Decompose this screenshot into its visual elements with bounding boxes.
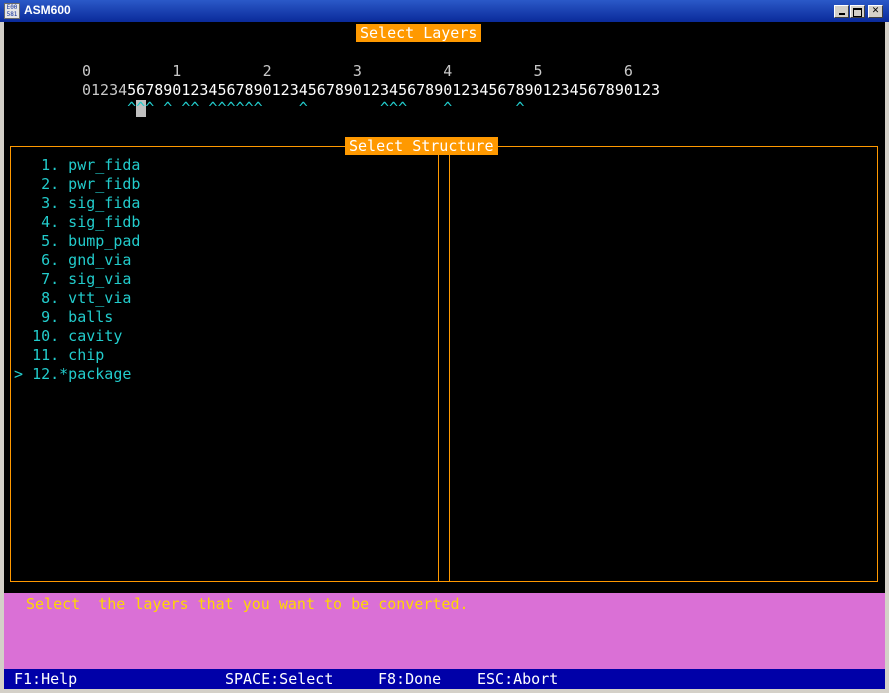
status-bar: F1:Help SPACE:Select F8:Done ESC:Abort <box>4 669 885 689</box>
structure-item-marker: > <box>14 365 33 383</box>
close-icon: ✕ <box>871 6 880 16</box>
structure-item-number: 6. <box>32 251 60 269</box>
message-text: Select the layers that you want to be co… <box>26 595 469 613</box>
structure-item-name: sig_via <box>59 270 132 288</box>
minimize-button[interactable] <box>834 5 849 18</box>
structure-item-marker <box>14 251 32 269</box>
window-border <box>885 22 889 693</box>
maximize-button[interactable] <box>850 5 865 18</box>
structure-item-name: chip <box>59 346 105 364</box>
structure-item-number: 11. <box>32 346 60 364</box>
structure-item[interactable]: 11. chip <box>14 346 140 365</box>
structure-item[interactable]: 3. sig_fida <box>14 194 140 213</box>
structure-item-number: 2. <box>32 175 60 193</box>
message-bar: Select the layers that you want to be co… <box>4 593 885 669</box>
structure-item-name: sig_fidb <box>59 213 141 231</box>
structure-item-marker <box>14 308 32 326</box>
structure-item-marker <box>14 232 32 250</box>
structure-item-number: 8. <box>32 289 60 307</box>
structure-item-number: 7. <box>32 270 60 288</box>
layer-units-ruler[interactable]: 0123456789012345678901234567890123456789… <box>82 81 660 99</box>
structure-panel-divider <box>449 146 450 582</box>
structure-item-name: balls <box>59 308 114 326</box>
structure-item[interactable]: 6. gnd_via <box>14 251 140 270</box>
structure-item-name: pwr_fida <box>59 156 141 174</box>
close-button[interactable]: ✕ <box>868 5 883 18</box>
structure-item-selected[interactable]: > 12.*package <box>14 365 140 384</box>
structure-item-number: 12. <box>32 365 60 383</box>
structure-item-marker <box>14 175 32 193</box>
help-key[interactable]: F1:Help <box>14 670 77 688</box>
structure-item-number: 5. <box>32 232 60 250</box>
app-icon[interactable]: E00 581 <box>4 3 20 19</box>
structure-item[interactable]: 1. pwr_fida <box>14 156 140 175</box>
structure-item-number: 4. <box>32 213 60 231</box>
app-icon-text: E00 581 <box>6 4 18 18</box>
structure-item-marker <box>14 213 32 231</box>
structure-item-marker <box>14 270 32 288</box>
done-key[interactable]: F8:Done <box>378 670 441 688</box>
abort-key[interactable]: ESC:Abort <box>477 670 558 688</box>
structure-item-name: cavity <box>59 327 123 345</box>
structure-list[interactable]: 1. pwr_fida 2. pwr_fidb 3. sig_fida 4. s… <box>14 156 140 384</box>
structure-item-marker <box>14 156 32 174</box>
structure-item-number: 9. <box>32 308 60 326</box>
structure-panel-divider <box>438 146 439 582</box>
structure-item-number: 1. <box>32 156 60 174</box>
layer-units-left: 01234 <box>82 81 128 99</box>
structure-item-marker <box>14 346 32 364</box>
select-layers-title: Select Layers <box>356 24 482 42</box>
structure-item-name: *package <box>59 365 132 383</box>
select-key[interactable]: SPACE:Select <box>225 670 333 688</box>
layer-tens-ruler: 0 1 2 3 4 5 6 <box>82 62 633 80</box>
structure-item-name: pwr_fidb <box>59 175 141 193</box>
structure-item[interactable]: 8. vtt_via <box>14 289 140 308</box>
window-titlebar[interactable]: E00 581 ASM600 ✕ <box>0 0 889 22</box>
maximize-icon <box>853 8 862 17</box>
structure-item[interactable]: 2. pwr_fidb <box>14 175 140 194</box>
terminal-screen[interactable]: Select Layers 0 1 2 3 4 5 6 012345678901… <box>4 22 885 689</box>
layer-units-right: 5678901234567890123456789012345678901234… <box>127 81 660 99</box>
structure-item-name: bump_pad <box>59 232 141 250</box>
structure-item[interactable]: 9. balls <box>14 308 140 327</box>
structure-item-name: gnd_via <box>59 251 132 269</box>
structure-item-name: sig_fida <box>59 194 141 212</box>
select-structure-title: Select Structure <box>345 137 498 155</box>
structure-item[interactable]: 10. cavity <box>14 327 140 346</box>
structure-item-number: 3. <box>32 194 60 212</box>
structure-item[interactable]: 4. sig_fidb <box>14 213 140 232</box>
structure-item-marker <box>14 327 32 345</box>
structure-item-marker <box>14 289 32 307</box>
structure-item-name: vtt_via <box>59 289 132 307</box>
structure-item[interactable]: 7. sig_via <box>14 270 140 289</box>
structure-item[interactable]: 5. bump_pad <box>14 232 140 251</box>
structure-item-marker <box>14 194 32 212</box>
window-title: ASM600 <box>24 3 71 17</box>
minimize-icon <box>838 13 845 15</box>
structure-item-number: 10. <box>32 327 60 345</box>
layer-selection-marks: ^^^ ^ ^^ ^^^^^^ ^ ^^^ ^ ^ <box>82 99 525 117</box>
